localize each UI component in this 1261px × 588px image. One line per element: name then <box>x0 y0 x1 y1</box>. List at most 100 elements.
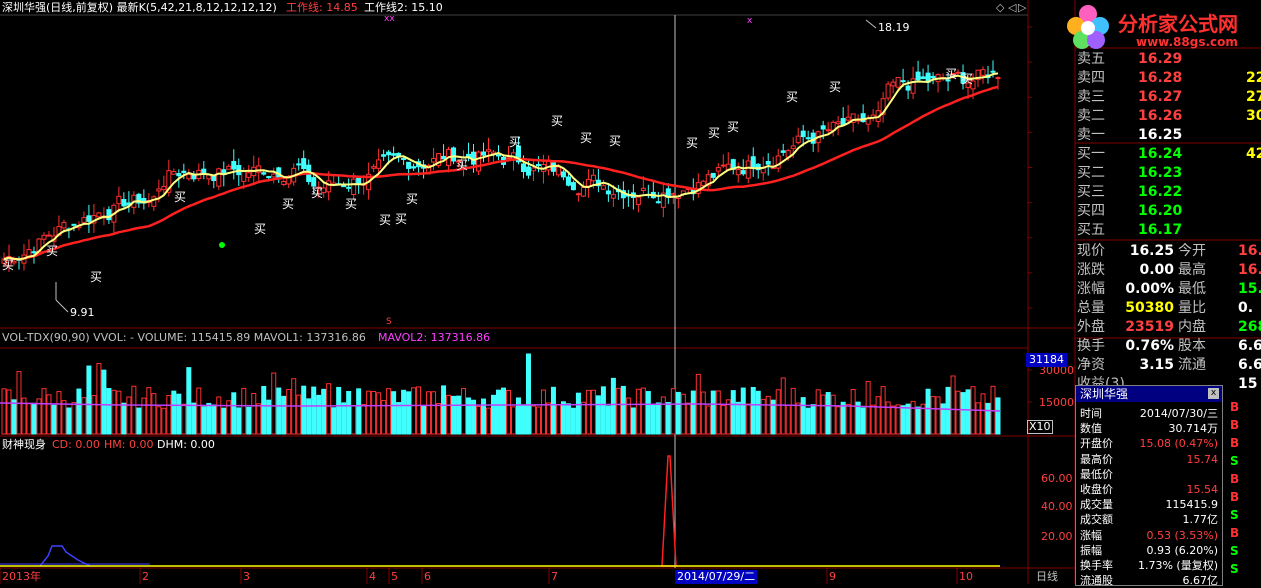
popup-row: 换手率 1.73% (量复权) <box>1076 558 1222 573</box>
volume-bar <box>126 396 132 435</box>
volume-bar <box>745 403 751 435</box>
orderbook-buy-price: 16.23 <box>1138 165 1183 181</box>
volume-bar <box>286 389 292 435</box>
orderbook-sell-price: 16.28 <box>1138 70 1183 86</box>
volume-bar <box>800 397 806 435</box>
volume-bar <box>51 404 57 435</box>
logo-brand: 分析家公式网 <box>1118 12 1238 36</box>
data-popup-window[interactable]: 深圳华强 x 时间 2014/07/30/三 数值 30.714万 开盘价 15.08 (… <box>1075 385 1223 587</box>
popup-row-label: 振幅 <box>1080 543 1102 557</box>
quote-value: 6.67 <box>1238 338 1261 354</box>
buy-marker: 买 <box>686 136 699 150</box>
indicator-cd-value: CD: 0.00 <box>52 438 100 451</box>
orderbook-buy-price: 16.22 <box>1138 184 1183 200</box>
volume-bar <box>86 365 92 435</box>
volume-bar <box>685 402 691 435</box>
candle-body <box>281 181 287 185</box>
buy-marker: 买 <box>786 90 799 104</box>
volume-bar <box>585 389 591 435</box>
scroll-right-icon[interactable]: ▷ <box>1018 1 1026 15</box>
volume-bar <box>401 389 407 435</box>
volume-bar <box>690 390 696 435</box>
volume-bar <box>476 406 482 435</box>
candle-body <box>800 130 806 138</box>
candle-body <box>930 75 936 79</box>
popup-row: 开盘价 15.08 (0.47%) <box>1076 436 1222 451</box>
buy-marker: 买 <box>727 120 740 134</box>
candle-body <box>710 172 716 178</box>
popup-row-label: 换手率 <box>1080 559 1113 572</box>
diamond-icon[interactable]: ◇ <box>996 1 1004 15</box>
volume-bar <box>545 402 551 435</box>
period-label[interactable]: 日线 <box>1036 570 1058 584</box>
buy-marker: 买 <box>311 186 324 200</box>
buy-marker: 买 <box>456 158 469 172</box>
candle-body <box>780 150 786 153</box>
date-axis-label: 5 <box>391 570 398 583</box>
low-price-label: 9.91 <box>70 306 95 319</box>
popup-row-label: 最高价 <box>1080 452 1113 466</box>
volume-bar <box>925 388 931 435</box>
volume-bar <box>665 402 671 435</box>
popup-row-value: 15.54 <box>1186 483 1219 496</box>
candle-body <box>381 154 387 157</box>
volume-bar <box>675 391 681 435</box>
volume-bar <box>765 395 771 435</box>
candle-body <box>920 76 926 80</box>
buy-marker: 买 <box>254 222 267 236</box>
candle-body <box>720 164 726 167</box>
logo: 分析家公式网 www.88gs.com <box>1066 2 1261 54</box>
scroll-left-icon[interactable]: ◁ <box>1008 1 1016 15</box>
ma-short-line <box>3 72 999 261</box>
quote-value: 15.9 <box>1238 281 1261 297</box>
candle-body <box>346 186 352 189</box>
date-axis-label: 9 <box>829 570 836 583</box>
candle-body <box>980 69 986 76</box>
date-axis-label: 7 <box>551 570 558 583</box>
volume-bar <box>361 404 367 435</box>
volume-bar <box>580 401 586 435</box>
candle-body <box>451 147 457 162</box>
volume-bar <box>91 395 97 435</box>
volume-bar <box>391 391 397 435</box>
orderbook-buy-volume: 42 <box>1246 146 1261 162</box>
quote-label: 今开 <box>1178 243 1206 259</box>
volume-bar <box>540 389 546 435</box>
volume-bar <box>790 387 796 435</box>
volume-bar <box>510 406 516 435</box>
kline-chart-canvas[interactable] <box>0 0 1261 584</box>
volume-bar <box>740 387 746 435</box>
volume-bar <box>451 395 457 435</box>
volume-scale-button[interactable]: X10 <box>1027 420 1053 434</box>
volume-bar <box>6 389 12 435</box>
volume-bar <box>860 407 866 435</box>
candle-body <box>186 174 192 180</box>
candle-body <box>46 234 52 237</box>
popup-row: 成交额 1.77亿 <box>1076 512 1222 527</box>
candle-body <box>326 180 332 193</box>
close-icon[interactable]: x <box>1208 388 1219 399</box>
volume-bar <box>56 391 62 435</box>
popup-row: 涨幅 0.53 (3.53%) <box>1076 528 1222 543</box>
orderbook-sell-label: 卖二 <box>1077 108 1105 124</box>
volume-bar <box>570 407 576 435</box>
buy-marker: 买 <box>945 67 958 81</box>
quote-label: 外盘 <box>1077 319 1105 335</box>
popup-row: 收盘价 15.54 <box>1076 482 1222 497</box>
volume-bar <box>830 394 836 435</box>
volume-bar <box>216 396 222 435</box>
side-flag: B <box>1230 400 1240 414</box>
volume-bar <box>730 390 736 435</box>
buy-marker: 买 <box>2 258 15 272</box>
volume-bar <box>311 386 317 435</box>
volume-bar <box>81 397 87 435</box>
volume-bar <box>995 397 1001 435</box>
volume-bar <box>590 389 596 435</box>
volume-bar <box>211 404 217 435</box>
candle-body <box>246 172 252 178</box>
candle-body <box>915 71 921 81</box>
low-pointer <box>55 299 69 313</box>
volume-panel-header: VOL-TDX(90,90) VVOL: - VOLUME: 115415.89… <box>2 331 366 344</box>
volume-bar <box>975 402 981 435</box>
date-axis-label: 6 <box>424 570 431 583</box>
